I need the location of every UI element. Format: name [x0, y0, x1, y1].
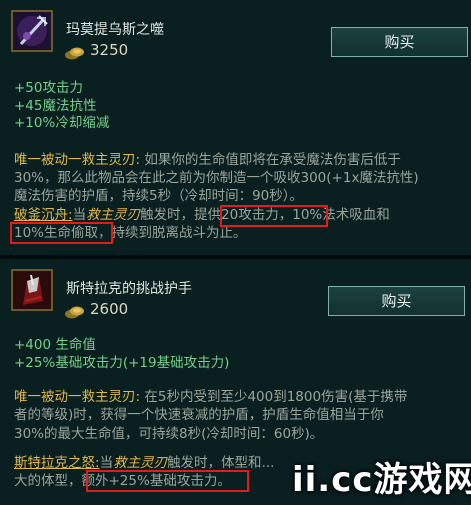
gold-coin-icon: [65, 306, 84, 319]
item-panel-mamortius: 玛莫提乌斯之噬 3250 购买 +50攻击力 +45魔法抗性 +10%冷却缩减 …: [0, 0, 471, 255]
passive-name: 斯特拉克之怒:: [14, 455, 100, 471]
item-name: 斯特拉克的挑战护手: [66, 281, 192, 297]
passive-line: 30%的最大生命值，可持续8秒(冷却时间：60秒)。: [14, 426, 324, 442]
stat-line: +25%基础攻击力(+19基础攻击力): [14, 354, 230, 371]
passive-name: 破釜沉舟:: [14, 207, 73, 223]
buy-button[interactable]: 购买: [328, 286, 465, 316]
item-price: 2600: [90, 300, 129, 318]
item-stats: +50攻击力 +45魔法抗性 +10%冷却缩减: [14, 80, 109, 133]
passive-name: 唯一被动一救主灵刃:: [14, 152, 141, 168]
passive-line: 唯一被动一救主灵刃: 在5秒内受到至少400到1800伤害(基于携带: [14, 389, 408, 405]
stat-line: +45魔法抗性: [14, 97, 97, 114]
passive-line: 魔法伤害的护盾，持续5秒（冷却时间：90秒）。: [14, 188, 304, 204]
highlight-box: [86, 470, 249, 492]
watermark: ii.cc游戏网: [292, 460, 471, 500]
item-stats: +400 生命值 +25%基础攻击力(+19基础攻击力): [14, 337, 229, 372]
highlight-box: [220, 205, 328, 227]
item-header: 玛莫提乌斯之噬 3250 购买: [0, 0, 471, 62]
gold-coin-icon: [65, 47, 84, 60]
passive-line: 者的等级)时，获得一个快速衰减的护盾，护盾生命值相当于你: [14, 407, 384, 423]
stat-line: +50攻击力: [14, 80, 83, 96]
stat-line: +10%冷却缩减: [14, 115, 110, 131]
highlight-box: [10, 222, 113, 244]
trident-amulet-icon[interactable]: [11, 10, 53, 52]
stat-line: +400 生命值: [14, 337, 96, 353]
buy-button[interactable]: 购买: [331, 27, 468, 57]
passive-line: 30%，那么此物品会在此之前为你制造一个吸收300(+1x魔法抗性): [14, 170, 419, 186]
gauntlet-icon[interactable]: [11, 269, 53, 311]
item-name: 玛莫提乌斯之噬: [66, 22, 164, 38]
item-price: 3250: [90, 41, 129, 59]
item-header: 斯特拉克的挑战护手 2600 购买: [0, 259, 471, 321]
passive-name: 唯一被动一救主灵刃:: [14, 389, 141, 405]
passive-line: 唯一被动一救主灵刃: 如果你的生命值即将在承受魔法伤害后低于: [14, 152, 401, 168]
